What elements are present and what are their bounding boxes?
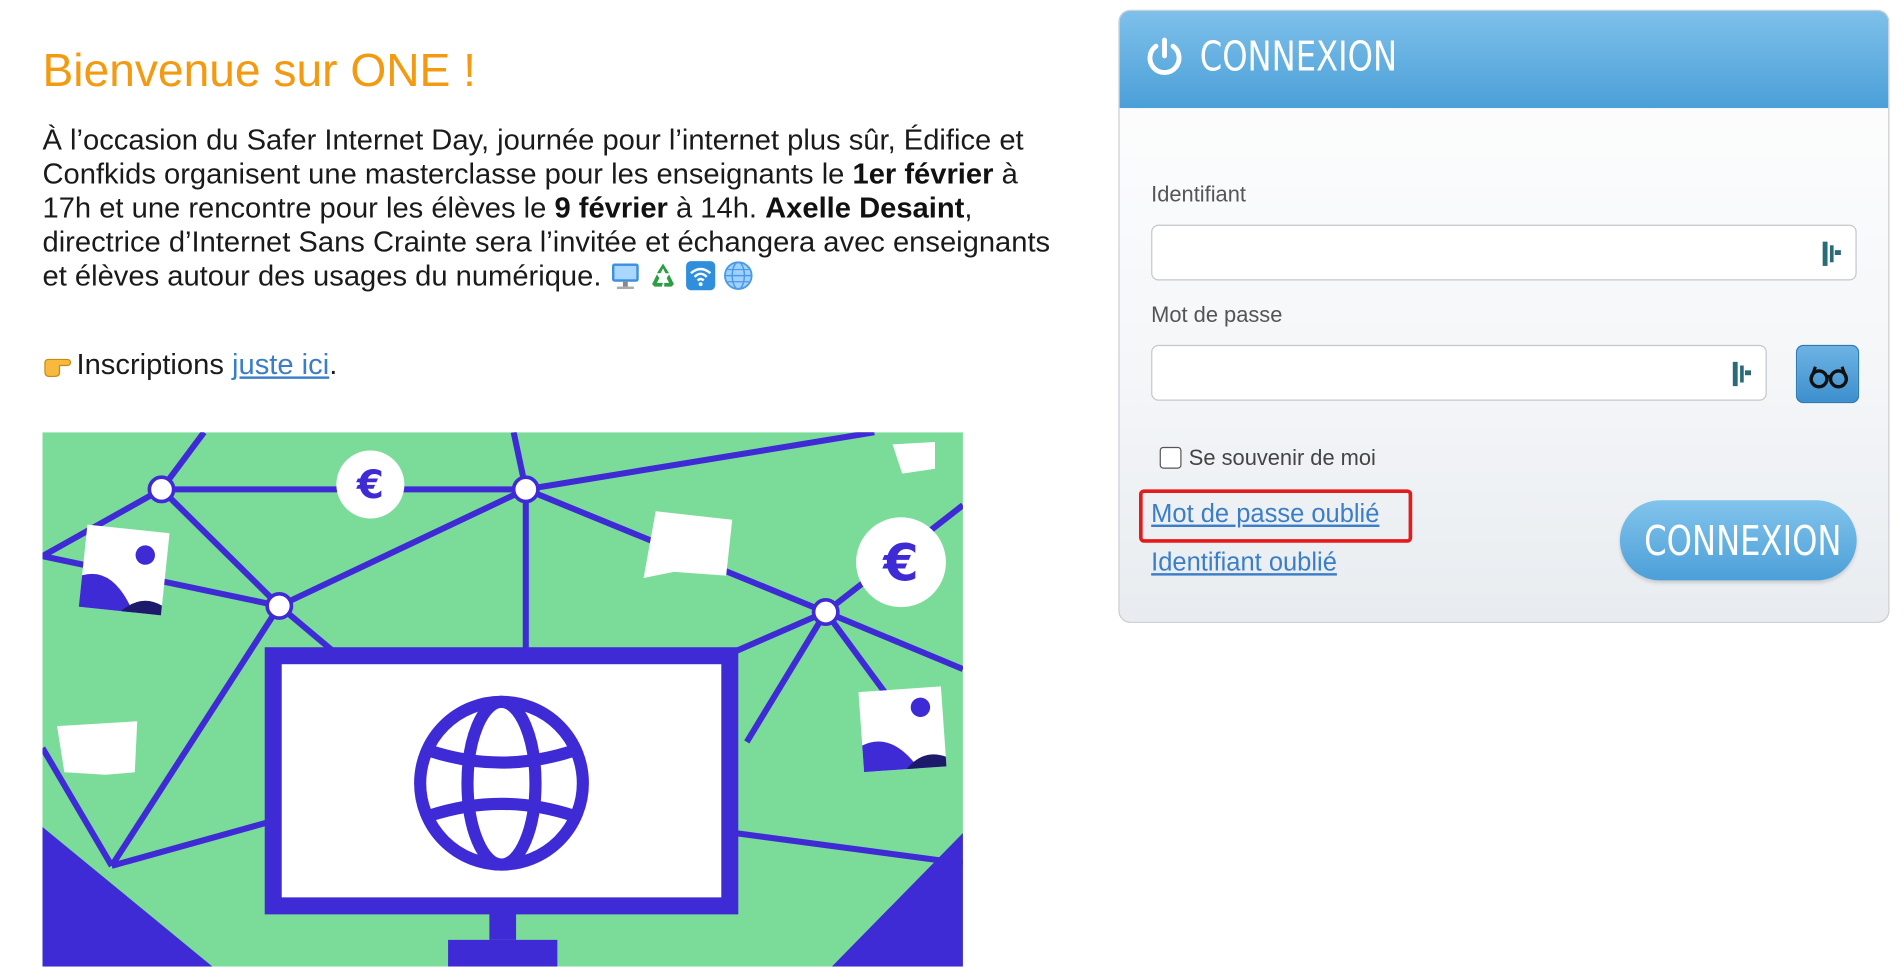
signup-prefix: Inscriptions — [76, 348, 233, 382]
power-icon — [1147, 37, 1182, 75]
svg-text:€: € — [356, 463, 384, 508]
identifier-input[interactable] — [1151, 224, 1857, 281]
intro-text-3: à 14h. — [667, 191, 766, 225]
safer-internet-illustration: € € — [42, 432, 963, 967]
forgot-identifier-link[interactable]: Identifiant oublié — [1151, 549, 1337, 578]
remember-me-label: Se souvenir de moi — [1188, 445, 1376, 470]
globe-icon — [723, 261, 753, 290]
intro-guest-name: Axelle Desaint — [765, 191, 965, 225]
password-input[interactable] — [1151, 344, 1767, 401]
identifier-label: Identifiant — [1151, 182, 1246, 207]
login-submit-label: CONNEXION — [1644, 517, 1842, 566]
recycle-icon — [652, 263, 674, 287]
intro-date-1: 1er février — [852, 157, 994, 191]
signup-link[interactable]: juste ici — [232, 349, 329, 382]
welcome-title: Bienvenue sur ONE ! — [42, 46, 476, 98]
remember-me-checkbox[interactable] — [1159, 446, 1182, 469]
login-header: CONNEXION — [1119, 10, 1889, 109]
page: Bienvenue sur ONE ! À l’occasion du Safe… — [0, 0, 1904, 971]
svg-text:€: € — [882, 534, 919, 593]
signup-line: Inscriptions juste ici. — [43, 349, 338, 383]
intro-paragraph: À l’occasion du Safer Internet Day, jour… — [43, 124, 1051, 294]
login-panel: CONNEXION Identifiant Mot de passe Se so… — [1118, 9, 1890, 623]
password-label: Mot de passe — [1151, 302, 1283, 327]
forgot-password-link[interactable]: Mot de passe oublié — [1151, 500, 1379, 529]
glasses-icon — [1809, 366, 1849, 389]
intro-date-2: 9 février — [554, 191, 668, 225]
wifi-icon — [686, 261, 716, 291]
show-password-button[interactable] — [1795, 344, 1860, 404]
signup-suffix: . — [329, 348, 338, 382]
remember-me[interactable]: Se souvenir de moi — [1159, 445, 1376, 472]
password-manager-icon[interactable] — [1732, 361, 1754, 388]
login-submit-button[interactable]: CONNEXION — [1619, 500, 1857, 581]
password-manager-icon[interactable] — [1821, 240, 1843, 267]
pointing-hand-icon — [44, 358, 72, 378]
login-header-title: CONNEXION — [1199, 32, 1398, 82]
computer-icon — [611, 263, 639, 290]
